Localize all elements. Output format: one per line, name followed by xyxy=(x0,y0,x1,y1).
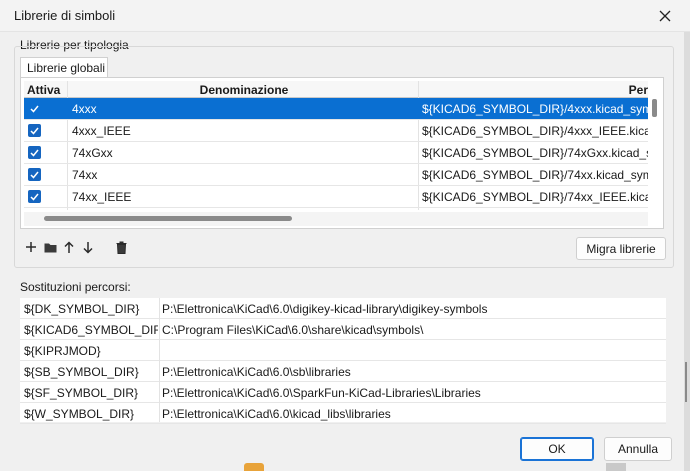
background-window-edge xyxy=(684,32,690,471)
ok-button[interactable]: OK xyxy=(520,437,594,461)
table-row[interactable]: 4xxx_IEEE ${KICAD6_SYMBOL_DIR}/4xxx_IEEE… xyxy=(24,120,648,142)
tab-global-libraries[interactable]: Librerie globali xyxy=(20,57,108,78)
table-row[interactable]: 74xx ${KICAD6_SYMBOL_DIR}/74xx.kicad_sym xyxy=(24,164,648,186)
variable-name: ${SB_SYMBOL_DIR} xyxy=(24,365,139,379)
scrollbar-thumb[interactable] xyxy=(652,99,657,117)
table-row[interactable]: ${KIPRJMOD} xyxy=(20,340,666,361)
library-path: ${KICAD6_SYMBOL_DIR}/4xxx.kicad_sym xyxy=(422,102,648,116)
active-checkbox[interactable] xyxy=(28,124,41,137)
variable-value: P:\Elettronica\KiCad\6.0\digikey-kicad-l… xyxy=(162,302,488,316)
title-bar: Librerie di simboli xyxy=(0,0,690,32)
library-path: ${KICAD6_SYMBOL_DIR}/4xxx_IEEE.kicad_sym xyxy=(422,124,648,138)
column-header-name[interactable]: Denominazione xyxy=(70,83,418,97)
variable-value: P:\Elettronica\KiCad\6.0\sb\libraries xyxy=(162,365,351,379)
close-icon xyxy=(659,10,671,22)
cancel-button[interactable]: Annulla xyxy=(604,437,672,461)
table-row[interactable]: 74xx_IEEE ${KICAD6_SYMBOL_DIR}/74xx_IEEE… xyxy=(24,186,648,208)
move-down-button[interactable] xyxy=(80,238,96,256)
arrow-down-icon xyxy=(83,241,93,254)
substitutions-table: ${DK_SYMBOL_DIR} P:\Elettronica\KiCad\6.… xyxy=(20,298,666,424)
variable-name: ${KIPRJMOD} xyxy=(24,344,101,358)
active-checkbox[interactable] xyxy=(28,190,41,203)
table-vertical-scrollbar[interactable] xyxy=(648,81,660,225)
table-row[interactable]: ${W_SYMBOL_DIR} P:\Elettronica\KiCad\6.0… xyxy=(20,403,666,424)
library-path: ${KICAD6_SYMBOL_DIR}/74xGxx.kicad_sym xyxy=(422,146,648,160)
checkmark-icon xyxy=(30,171,39,179)
library-name: 74xGxx xyxy=(72,146,113,160)
column-divider xyxy=(159,298,160,422)
remove-library-button[interactable] xyxy=(113,238,129,256)
table-row[interactable]: ${DK_SYMBOL_DIR} P:\Elettronica\KiCad\6.… xyxy=(20,298,666,319)
migrate-libraries-button[interactable]: Migra librerie xyxy=(576,237,666,260)
library-name: 4xxx_IEEE xyxy=(72,124,131,138)
background-window-fragment xyxy=(244,463,264,471)
move-up-button[interactable] xyxy=(61,238,77,256)
checkmark-icon xyxy=(30,127,39,135)
arrow-up-icon xyxy=(64,240,74,253)
column-header-active[interactable]: Attiva xyxy=(27,83,65,97)
checkmark-icon xyxy=(30,193,39,201)
variable-name: ${W_SYMBOL_DIR} xyxy=(24,407,135,421)
plus-icon xyxy=(26,242,36,252)
library-name: 74xx_IEEE xyxy=(72,190,132,204)
table-row[interactable]: 74xGxx ${KICAD6_SYMBOL_DIR}/74xGxx.kicad… xyxy=(24,142,648,164)
active-checkbox[interactable] xyxy=(28,168,41,181)
variable-value: P:\Elettronica\KiCad\6.0\kicad_libs\libr… xyxy=(162,407,391,421)
checkmark-icon xyxy=(30,149,39,157)
libraries-table: Attiva Denominazione Per 4xxx ${KICAD6_S… xyxy=(24,81,648,225)
variable-value: P:\Elettronica\KiCad\6.0\SparkFun-KiCad-… xyxy=(162,386,481,400)
add-library-button[interactable] xyxy=(23,238,39,256)
active-checkbox[interactable] xyxy=(28,146,41,159)
folder-icon xyxy=(44,243,56,252)
browse-library-button[interactable] xyxy=(42,238,58,256)
column-header-path[interactable]: Per xyxy=(422,83,648,97)
library-path: ${KICAD6_SYMBOL_DIR}/74xx.kicad_sym xyxy=(422,168,648,182)
table-row[interactable]: ${KICAD6_SYMBOL_DIR} C:\Program Files\Ki… xyxy=(20,319,666,340)
table-header: Attiva Denominazione Per xyxy=(24,81,648,98)
table-row[interactable]: ${SB_SYMBOL_DIR} P:\Elettronica\KiCad\6.… xyxy=(20,361,666,382)
variable-name: ${DK_SYMBOL_DIR} xyxy=(24,302,140,316)
window-title: Librerie di simboli xyxy=(14,8,116,23)
library-path: ${KICAD6_SYMBOL_DIR}/74xx_IEEE.kicad_sym xyxy=(422,190,648,204)
library-name: 4xxx xyxy=(72,102,97,116)
scrollbar-thumb[interactable] xyxy=(44,216,292,221)
variable-name: ${KICAD6_SYMBOL_DIR} xyxy=(24,323,158,337)
trash-icon xyxy=(116,241,126,254)
active-checkbox[interactable] xyxy=(28,102,41,115)
table-horizontal-scrollbar[interactable] xyxy=(24,212,648,226)
table-row[interactable]: 4xxx ${KICAD6_SYMBOL_DIR}/4xxx.kicad_sym xyxy=(24,98,648,120)
substitutions-label: Sostituzioni percorsi: xyxy=(20,280,131,294)
library-name: 74xx xyxy=(72,168,98,182)
table-row[interactable]: ${SF_SYMBOL_DIR} P:\Elettronica\KiCad\6.… xyxy=(20,382,666,403)
close-button[interactable] xyxy=(648,4,682,28)
checkmark-icon xyxy=(30,105,39,113)
variable-value: C:\Program Files\KiCad\6.0\share\kicad\s… xyxy=(162,323,424,337)
background-window-fragment xyxy=(606,463,626,471)
variable-name: ${SF_SYMBOL_DIR} xyxy=(24,386,139,400)
